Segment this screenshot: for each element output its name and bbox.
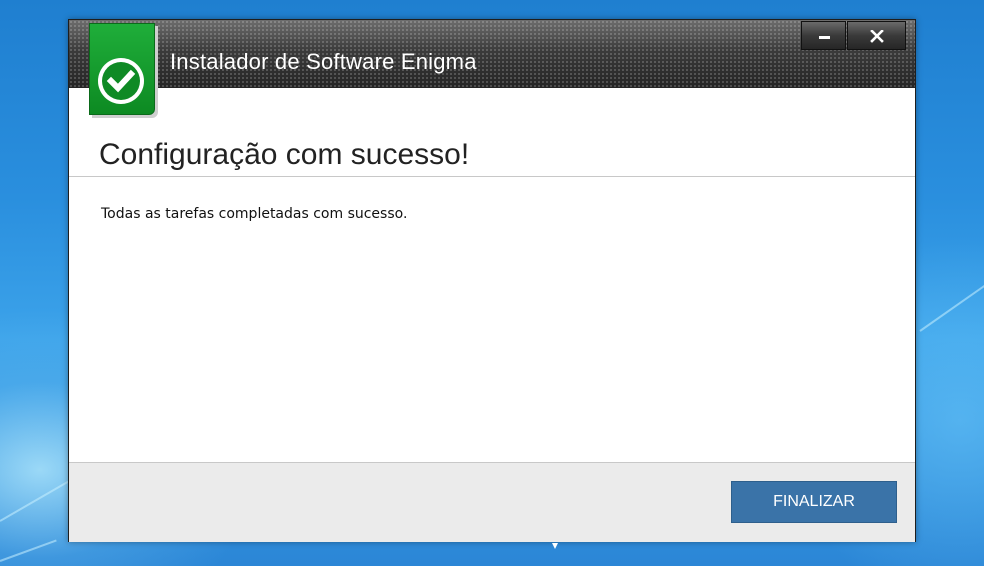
close-button[interactable] (847, 21, 906, 50)
footer-bar: FINALIZAR (69, 462, 915, 542)
cursor-tip (552, 543, 558, 549)
desktop-light-streak (0, 539, 57, 562)
desktop-light-streak (0, 475, 79, 522)
window-title: Instalador de Software Enigma (170, 49, 477, 74)
content-body: Todas as tarefas completadas com sucesso… (69, 177, 915, 461)
minimize-button[interactable] (801, 21, 846, 50)
check-circle-icon (98, 58, 144, 104)
content-header: Configuração com sucesso! (69, 88, 915, 177)
app-logo (89, 23, 155, 115)
page-title: Configuração com sucesso! (99, 138, 470, 171)
close-icon (870, 30, 884, 43)
desktop-background: Instalador de Software Enigma Configuraç… (0, 0, 984, 566)
minimize-icon (819, 36, 830, 39)
finish-button[interactable]: FINALIZAR (731, 481, 897, 523)
installer-window: Instalador de Software Enigma Configuraç… (68, 19, 916, 542)
title-bar[interactable]: Instalador de Software Enigma (69, 20, 915, 88)
desktop-light-streak (919, 278, 984, 332)
status-message: Todas as tarefas completadas com sucesso… (101, 206, 408, 222)
